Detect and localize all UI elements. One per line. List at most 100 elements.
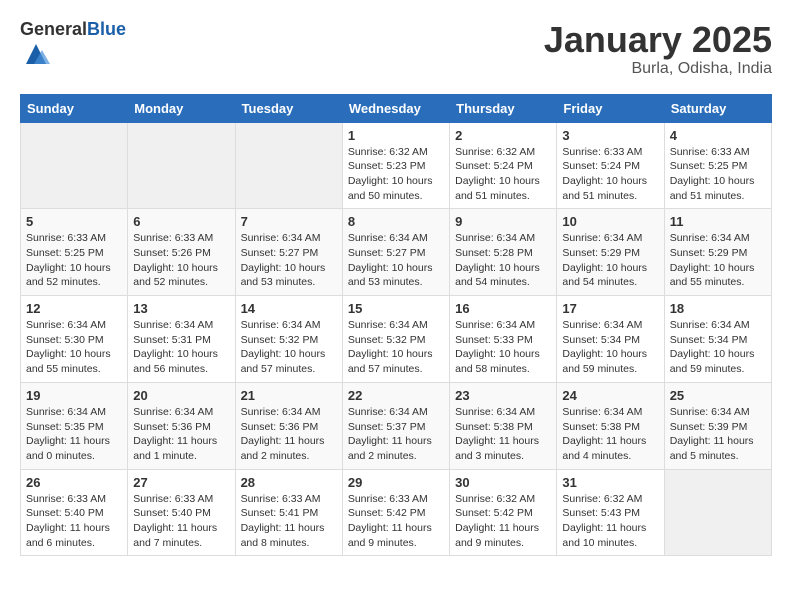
day-number: 18: [670, 301, 766, 316]
day-number: 21: [241, 388, 337, 403]
day-number: 28: [241, 475, 337, 490]
day-info: Sunrise: 6:33 AM Sunset: 5:42 PM Dayligh…: [348, 492, 444, 551]
calendar-cell: 26 Sunrise: 6:33 AM Sunset: 5:40 PM Dayli…: [21, 469, 128, 556]
day-info: Sunrise: 6:33 AM Sunset: 5:25 PM Dayligh…: [26, 231, 122, 290]
calendar-cell: 29 Sunrise: 6:33 AM Sunset: 5:42 PM Dayli…: [342, 469, 449, 556]
day-info: Sunrise: 6:32 AM Sunset: 5:23 PM Dayligh…: [348, 145, 444, 204]
day-number: 23: [455, 388, 551, 403]
day-info: Sunrise: 6:34 AM Sunset: 5:37 PM Dayligh…: [348, 405, 444, 464]
location-subtitle: Burla, Odisha, India: [544, 60, 772, 78]
day-number: 24: [562, 388, 658, 403]
day-number: 4: [670, 128, 766, 143]
calendar-cell: 15Sunrise: 6:34 AM Sunset: 5:32 PM Dayli…: [342, 296, 449, 383]
week-row-4: 19 Sunrise: 6:34 AM Sunset: 5:35 PM Dayli…: [21, 382, 772, 469]
day-info: Sunrise: 6:33 AM Sunset: 5:40 PM Dayligh…: [26, 492, 122, 551]
calendar-cell: 1Sunrise: 6:32 AM Sunset: 5:23 PM Daylig…: [342, 122, 449, 209]
week-row-5: 26 Sunrise: 6:33 AM Sunset: 5:40 PM Dayli…: [21, 469, 772, 556]
week-row-3: 12 Sunrise: 6:34 AM Sunset: 5:30 PM Dayli…: [21, 296, 772, 383]
calendar-table: SundayMondayTuesdayWednesdayThursdayFrid…: [20, 94, 772, 557]
day-number: 17: [562, 301, 658, 316]
calendar-cell: 25 Sunrise: 6:34 AM Sunset: 5:39 PM Dayli…: [664, 382, 771, 469]
day-info: Sunrise: 6:34 AM Sunset: 5:30 PM Dayligh…: [26, 318, 122, 377]
day-info: Sunrise: 6:33 AM Sunset: 5:24 PM Dayligh…: [562, 145, 658, 204]
calendar-cell: 11Sunrise: 6:34 AM Sunset: 5:29 PM Dayli…: [664, 209, 771, 296]
calendar-cell: [235, 122, 342, 209]
calendar-cell: 7Sunrise: 6:34 AM Sunset: 5:27 PM Daylig…: [235, 209, 342, 296]
day-number: 31: [562, 475, 658, 490]
day-info: Sunrise: 6:33 AM Sunset: 5:25 PM Dayligh…: [670, 145, 766, 204]
calendar-cell: 22 Sunrise: 6:34 AM Sunset: 5:37 PM Dayli…: [342, 382, 449, 469]
weekday-header-monday: Monday: [128, 94, 235, 122]
day-number: 8: [348, 214, 444, 229]
day-number: 25: [670, 388, 766, 403]
calendar-cell: 31 Sunrise: 6:32 AM Sunset: 5:43 PM Dayli…: [557, 469, 664, 556]
calendar-cell: 2 Sunrise: 6:32 AM Sunset: 5:24 PM Daylig…: [450, 122, 557, 209]
calendar-cell: 4 Sunrise: 6:33 AM Sunset: 5:25 PM Daylig…: [664, 122, 771, 209]
logo-blue: Blue: [87, 19, 126, 39]
calendar-cell: 30 Sunrise: 6:32 AM Sunset: 5:42 PM Dayli…: [450, 469, 557, 556]
day-info: Sunrise: 6:34 AM Sunset: 5:36 PM Dayligh…: [133, 405, 229, 464]
day-number: 22: [348, 388, 444, 403]
day-info: Sunrise: 6:34 AM Sunset: 5:28 PM Dayligh…: [455, 231, 551, 290]
calendar-cell: 19 Sunrise: 6:34 AM Sunset: 5:35 PM Dayli…: [21, 382, 128, 469]
day-info: Sunrise: 6:34 AM Sunset: 5:29 PM Dayligh…: [562, 231, 658, 290]
day-info: Sunrise: 6:34 AM Sunset: 5:34 PM Dayligh…: [670, 318, 766, 377]
calendar-cell: 8 Sunrise: 6:34 AM Sunset: 5:27 PM Daylig…: [342, 209, 449, 296]
day-number: 16: [455, 301, 551, 316]
day-info: Sunrise: 6:32 AM Sunset: 5:43 PM Dayligh…: [562, 492, 658, 551]
page-header: GeneralBlue January 2025 Burla, Odisha, …: [20, 20, 772, 78]
day-info: Sunrise: 6:34 AM Sunset: 5:38 PM Dayligh…: [455, 405, 551, 464]
day-info: Sunrise: 6:34 AM Sunset: 5:33 PM Dayligh…: [455, 318, 551, 377]
calendar-cell: 24 Sunrise: 6:34 AM Sunset: 5:38 PM Dayli…: [557, 382, 664, 469]
calendar-cell: 28 Sunrise: 6:33 AM Sunset: 5:41 PM Dayli…: [235, 469, 342, 556]
calendar-cell: 5 Sunrise: 6:33 AM Sunset: 5:25 PM Daylig…: [21, 209, 128, 296]
calendar-cell: 10 Sunrise: 6:34 AM Sunset: 5:29 PM Dayli…: [557, 209, 664, 296]
day-number: 29: [348, 475, 444, 490]
day-number: 5: [26, 214, 122, 229]
calendar-cell: 3 Sunrise: 6:33 AM Sunset: 5:24 PM Daylig…: [557, 122, 664, 209]
logo: GeneralBlue: [20, 20, 126, 73]
calendar-cell: [664, 469, 771, 556]
calendar-cell: 18 Sunrise: 6:34 AM Sunset: 5:34 PM Dayli…: [664, 296, 771, 383]
calendar-cell: 17Sunrise: 6:34 AM Sunset: 5:34 PM Dayli…: [557, 296, 664, 383]
day-info: Sunrise: 6:34 AM Sunset: 5:32 PM Dayligh…: [241, 318, 337, 377]
day-number: 13: [133, 301, 229, 316]
day-info: Sunrise: 6:32 AM Sunset: 5:42 PM Dayligh…: [455, 492, 551, 551]
calendar-cell: 9 Sunrise: 6:34 AM Sunset: 5:28 PM Daylig…: [450, 209, 557, 296]
logo-general: General: [20, 19, 87, 39]
day-number: 27: [133, 475, 229, 490]
day-number: 26: [26, 475, 122, 490]
day-number: 10: [562, 214, 658, 229]
day-info: Sunrise: 6:33 AM Sunset: 5:41 PM Dayligh…: [241, 492, 337, 551]
calendar-cell: 14 Sunrise: 6:34 AM Sunset: 5:32 PM Dayli…: [235, 296, 342, 383]
week-row-2: 5 Sunrise: 6:33 AM Sunset: 5:25 PM Daylig…: [21, 209, 772, 296]
day-number: 9: [455, 214, 551, 229]
day-info: Sunrise: 6:34 AM Sunset: 5:27 PM Dayligh…: [348, 231, 444, 290]
calendar-cell: 27Sunrise: 6:33 AM Sunset: 5:40 PM Dayli…: [128, 469, 235, 556]
day-number: 12: [26, 301, 122, 316]
calendar-cell: 6Sunrise: 6:33 AM Sunset: 5:26 PM Daylig…: [128, 209, 235, 296]
weekday-header-wednesday: Wednesday: [342, 94, 449, 122]
day-number: 20: [133, 388, 229, 403]
day-info: Sunrise: 6:34 AM Sunset: 5:35 PM Dayligh…: [26, 405, 122, 464]
week-row-1: 1Sunrise: 6:32 AM Sunset: 5:23 PM Daylig…: [21, 122, 772, 209]
day-number: 14: [241, 301, 337, 316]
calendar-cell: 21 Sunrise: 6:34 AM Sunset: 5:36 PM Dayli…: [235, 382, 342, 469]
calendar-cell: [21, 122, 128, 209]
day-number: 19: [26, 388, 122, 403]
weekday-header-sunday: Sunday: [21, 94, 128, 122]
day-info: Sunrise: 6:34 AM Sunset: 5:38 PM Dayligh…: [562, 405, 658, 464]
weekday-header-saturday: Saturday: [664, 94, 771, 122]
calendar-cell: 13Sunrise: 6:34 AM Sunset: 5:31 PM Dayli…: [128, 296, 235, 383]
calendar-cell: 16 Sunrise: 6:34 AM Sunset: 5:33 PM Dayli…: [450, 296, 557, 383]
calendar-cell: 12 Sunrise: 6:34 AM Sunset: 5:30 PM Dayli…: [21, 296, 128, 383]
calendar-cell: 23 Sunrise: 6:34 AM Sunset: 5:38 PM Dayli…: [450, 382, 557, 469]
day-info: Sunrise: 6:34 AM Sunset: 5:36 PM Dayligh…: [241, 405, 337, 464]
day-info: Sunrise: 6:32 AM Sunset: 5:24 PM Dayligh…: [455, 145, 551, 204]
day-info: Sunrise: 6:34 AM Sunset: 5:39 PM Dayligh…: [670, 405, 766, 464]
weekday-header-tuesday: Tuesday: [235, 94, 342, 122]
day-number: 7: [241, 214, 337, 229]
day-number: 3: [562, 128, 658, 143]
day-number: 30: [455, 475, 551, 490]
day-number: 2: [455, 128, 551, 143]
